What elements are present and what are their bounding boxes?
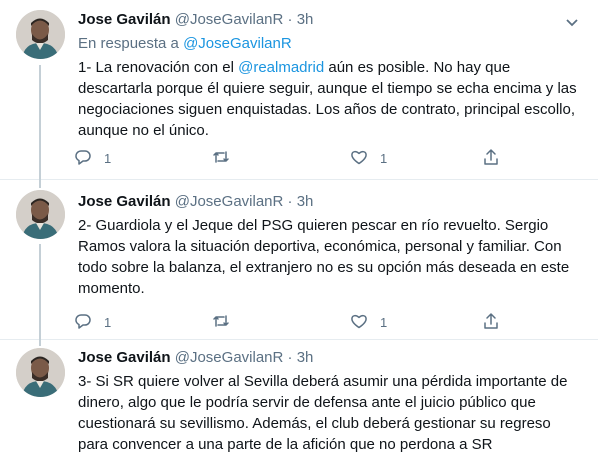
mention-link[interactable]: @realmadrid: [238, 59, 324, 76]
display-name[interactable]: Jose Gavilán: [78, 349, 171, 366]
reply-context: En respuesta a @JoseGavilanR: [78, 34, 292, 54]
handle[interactable]: @JoseGavilanR: [175, 193, 284, 210]
avatar[interactable]: [16, 348, 65, 397]
reply-handle-link[interactable]: @JoseGavilanR: [183, 35, 292, 52]
like-count: 1: [380, 150, 388, 166]
reply-icon: [74, 312, 92, 333]
tweet-header: Jose Gavilán @JoseGavilanR · 3h: [78, 10, 313, 30]
handle[interactable]: @JoseGavilanR: [175, 349, 284, 366]
tweet-text-part: 1- La renovación con el: [78, 59, 239, 76]
tweet-header: Jose Gavilán @JoseGavilanR · 3h: [78, 348, 313, 368]
tweet[interactable]: Jose Gavilán @JoseGavilanR · 3h En respu…: [0, 0, 598, 180]
tweet-header: Jose Gavilán @JoseGavilanR · 3h: [78, 192, 313, 212]
display-name[interactable]: Jose Gavilán: [78, 193, 171, 210]
thread-connector: [39, 65, 41, 180]
heart-icon: [350, 312, 368, 333]
like-button[interactable]: 1: [350, 147, 387, 169]
retweet-button[interactable]: [212, 147, 242, 169]
avatar[interactable]: [16, 10, 65, 59]
retweet-icon: [212, 312, 230, 333]
chevron-down-icon[interactable]: [562, 12, 582, 32]
tweet[interactable]: Jose Gavilán @JoseGavilanR · 3h 2- Guard…: [0, 180, 598, 340]
reply-count: 1: [104, 314, 112, 330]
tweet-text: 3- Si SR quiere volver al Sevilla deberá…: [78, 373, 568, 453]
retweet-button[interactable]: [212, 311, 242, 333]
heart-icon: [350, 148, 368, 169]
tweet-thread: Jose Gavilán @JoseGavilanR · 3h En respu…: [0, 0, 598, 454]
tweet[interactable]: Jose Gavilán @JoseGavilanR · 3h 3- Si SR…: [0, 340, 598, 454]
like-button[interactable]: 1: [350, 311, 387, 333]
share-icon: [482, 148, 500, 169]
display-name[interactable]: Jose Gavilán: [78, 11, 171, 28]
timestamp[interactable]: 3h: [297, 349, 314, 366]
share-button[interactable]: [482, 147, 500, 169]
avatar[interactable]: [16, 190, 65, 239]
share-button[interactable]: [482, 311, 500, 333]
reply-count: 1: [104, 150, 112, 166]
thread-connector: [39, 244, 41, 340]
timestamp[interactable]: 3h: [297, 11, 314, 28]
tweet-actions: 1 1: [74, 147, 504, 169]
reply-prefix: En respuesta a: [78, 35, 179, 52]
separator-dot: ·: [287, 349, 293, 366]
thread-connector: [39, 180, 41, 188]
reply-icon: [74, 148, 92, 169]
thread-connector: [39, 340, 41, 346]
retweet-icon: [212, 148, 230, 169]
separator-dot: ·: [287, 11, 293, 28]
tweet-actions: 1 1: [74, 311, 504, 333]
tweet-text: 2- Guardiola y el Jeque del PSG quieren …: [78, 217, 570, 297]
like-count: 1: [380, 314, 388, 330]
tweet-text: 1- La renovación con el @realmadrid aún …: [78, 57, 578, 141]
separator-dot: ·: [287, 193, 293, 210]
handle[interactable]: @JoseGavilanR: [175, 11, 284, 28]
reply-button[interactable]: 1: [74, 147, 111, 169]
share-icon: [482, 312, 500, 333]
reply-button[interactable]: 1: [74, 311, 111, 333]
timestamp[interactable]: 3h: [297, 193, 314, 210]
